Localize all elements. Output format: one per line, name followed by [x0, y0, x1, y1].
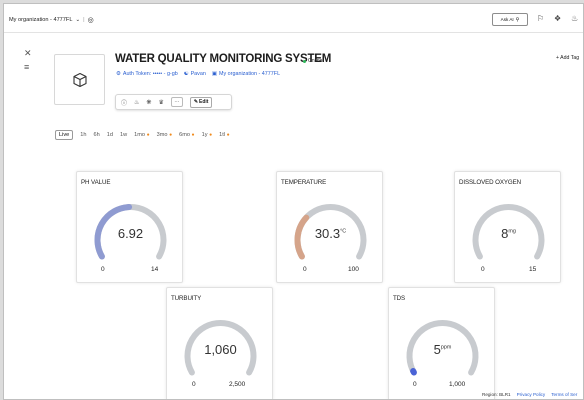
gauge-value: 1,060: [167, 342, 274, 357]
device-avatar: [54, 54, 105, 105]
status-badge: Online: [303, 58, 322, 64]
share-user-icon[interactable]: ♛: [158, 99, 163, 106]
gauge-value: 30.3°C: [277, 226, 384, 241]
time-range-live[interactable]: Live: [55, 130, 74, 140]
gauge-min: 0: [413, 381, 417, 388]
bell-icon[interactable]: ♨: [134, 99, 139, 106]
gauge-value-number: 1,060: [204, 342, 237, 357]
device-meta: ⚙ Auth Token: ••••• - g-gb ☯ Pavan ▣ My …: [116, 71, 280, 77]
time-range-1h[interactable]: 1h: [80, 132, 86, 138]
time-option-label: 6h: [93, 132, 100, 138]
gauge-min: 0: [481, 266, 485, 273]
chevron-down-icon: ⌄: [75, 17, 81, 23]
gauge-card-temperature[interactable]: TEMPERATURE 30.3°C 0 100: [276, 171, 383, 283]
time-range-3mo[interactable]: 3mo ●: [157, 132, 172, 138]
gauge-max: 1,000: [449, 381, 466, 388]
online-dot-icon: [303, 59, 306, 63]
more-icon[interactable]: ⋯: [170, 97, 183, 107]
auth-token[interactable]: ⚙ Auth Token: ••••• - g-gb: [116, 71, 178, 77]
time-range-1y[interactable]: 1y ●: [202, 132, 213, 138]
ask-ai-label: Ask AI: [500, 17, 514, 22]
help-icon[interactable]: ❖: [554, 14, 561, 23]
time-option-label: 1w: [119, 132, 128, 138]
organization-link[interactable]: ▣ My organization - 4777FL: [212, 71, 280, 77]
pro-dot-icon: ●: [191, 132, 195, 138]
gauge-unit: °C: [340, 228, 347, 235]
time-option-label: 1tl: [219, 132, 226, 138]
automation-icon[interactable]: ❋: [146, 99, 151, 106]
time-range-6mo[interactable]: 6mo ●: [179, 132, 194, 138]
settings-icon[interactable]: ◎: [88, 16, 94, 24]
device-toolbar: ⓘ ♨ ❋ ♛ ⋯ ✎ Edit: [115, 94, 232, 110]
privacy-link[interactable]: Privacy Policy: [517, 392, 546, 397]
owner-link[interactable]: ☯ Pavan: [184, 71, 206, 77]
status-label: Online: [308, 58, 323, 64]
device-title: WATER QUALITY MONITORING SYSTEM: [115, 53, 332, 65]
top-bar: My organization - 4777FL ⌄ | ◎ Ask AI ⚲ …: [4, 4, 583, 33]
org-switcher[interactable]: My organization - 4777FL ⌄ | ◎: [9, 16, 94, 24]
gauge-unit: ppm: [440, 344, 452, 351]
user-icon: ☯: [183, 71, 189, 77]
footer: Region: BLR1 Privacy Policy Terms of Ser: [482, 392, 577, 397]
time-option-label: 1d: [106, 132, 113, 138]
app-window: My organization - 4777FL ⌄ | ◎ Ask AI ⚲ …: [3, 3, 584, 400]
time-option-label: 3mo: [156, 132, 168, 138]
time-range-1tl[interactable]: 1tl ●: [219, 132, 230, 138]
auth-token-text: Auth Token: ••••• - g-gb: [122, 71, 178, 77]
gear-icon: ⚙: [116, 71, 121, 77]
time-range-1w[interactable]: 1w: [120, 132, 127, 138]
notifications-icon[interactable]: ⚐: [537, 14, 544, 23]
menu-icon[interactable]: ≡: [24, 62, 29, 72]
add-tag-button[interactable]: + Add Tag: [556, 55, 579, 61]
time-range-1d[interactable]: 1d: [107, 132, 113, 138]
gauge-card-oxygen[interactable]: DISSLOVED OXYGEN 8mg 0 15: [454, 171, 561, 283]
owner-name: Pavan: [190, 71, 206, 77]
gauge-max: 15: [529, 266, 537, 273]
gauge-card-tds[interactable]: TDS 5ppm 0 1,000: [388, 287, 496, 399]
pro-dot-icon: ●: [226, 132, 230, 138]
time-option-label: 1y: [201, 132, 208, 138]
gauge-value: 5ppm: [389, 342, 496, 357]
divider: |: [83, 17, 85, 23]
org-label: My organization - 4777FL: [9, 17, 73, 23]
gauge-card-turbidity[interactable]: TURBUITY 1,060 0 2,500: [166, 287, 274, 399]
gauge-value: 6.92: [77, 226, 184, 241]
edit-button[interactable]: ✎ Edit: [189, 96, 213, 108]
gauge-value-number: 6.92: [117, 226, 144, 241]
bell-icon[interactable]: ♨: [571, 14, 578, 23]
gauge-min: 0: [192, 381, 196, 388]
time-range-6h[interactable]: 6h: [94, 132, 100, 138]
gauge-unit: mg: [508, 228, 516, 235]
time-range-selector: Live 1h 6h 1d 1w 1mo ● 3mo ● 6mo ● 1y ● …: [55, 130, 230, 140]
close-icon[interactable]: ✕: [24, 48, 32, 59]
cube-icon: [72, 72, 87, 87]
gauge-value: 8mg: [455, 226, 562, 241]
region-label: Region: BLR1: [482, 392, 511, 397]
pro-dot-icon: ●: [169, 132, 173, 138]
gauge-card-ph[interactable]: PH VALUE 6.92 0 14: [76, 171, 183, 283]
info-icon[interactable]: ⓘ: [121, 98, 127, 107]
pro-dot-icon: ●: [146, 132, 150, 138]
time-option-label: 6mo: [179, 132, 190, 138]
gauge-max: 100: [348, 266, 359, 273]
terms-link[interactable]: Terms of Ser: [551, 392, 577, 397]
search-icon: ⚲: [515, 16, 520, 23]
time-range-1mo[interactable]: 1mo ●: [134, 132, 149, 138]
gauge-fill-arc: [410, 368, 417, 376]
edit-icon: ✎: [193, 99, 199, 105]
gauge-min: 0: [101, 266, 105, 273]
time-option-label: 1h: [80, 132, 87, 138]
organization-name: My organization - 4777FL: [218, 71, 281, 77]
time-option-label: 1mo: [134, 132, 146, 138]
edit-label: Edit: [199, 99, 209, 105]
ask-ai-button[interactable]: Ask AI ⚲: [492, 13, 528, 26]
gauge-max: 14: [151, 266, 159, 273]
gauge-value-number: 30.3: [314, 226, 341, 241]
gauge-max: 2,500: [229, 381, 246, 388]
pro-dot-icon: ●: [209, 132, 213, 138]
gauge-value-number: 5: [433, 342, 441, 357]
building-icon: ▣: [211, 71, 217, 77]
gauge-min: 0: [303, 266, 307, 273]
